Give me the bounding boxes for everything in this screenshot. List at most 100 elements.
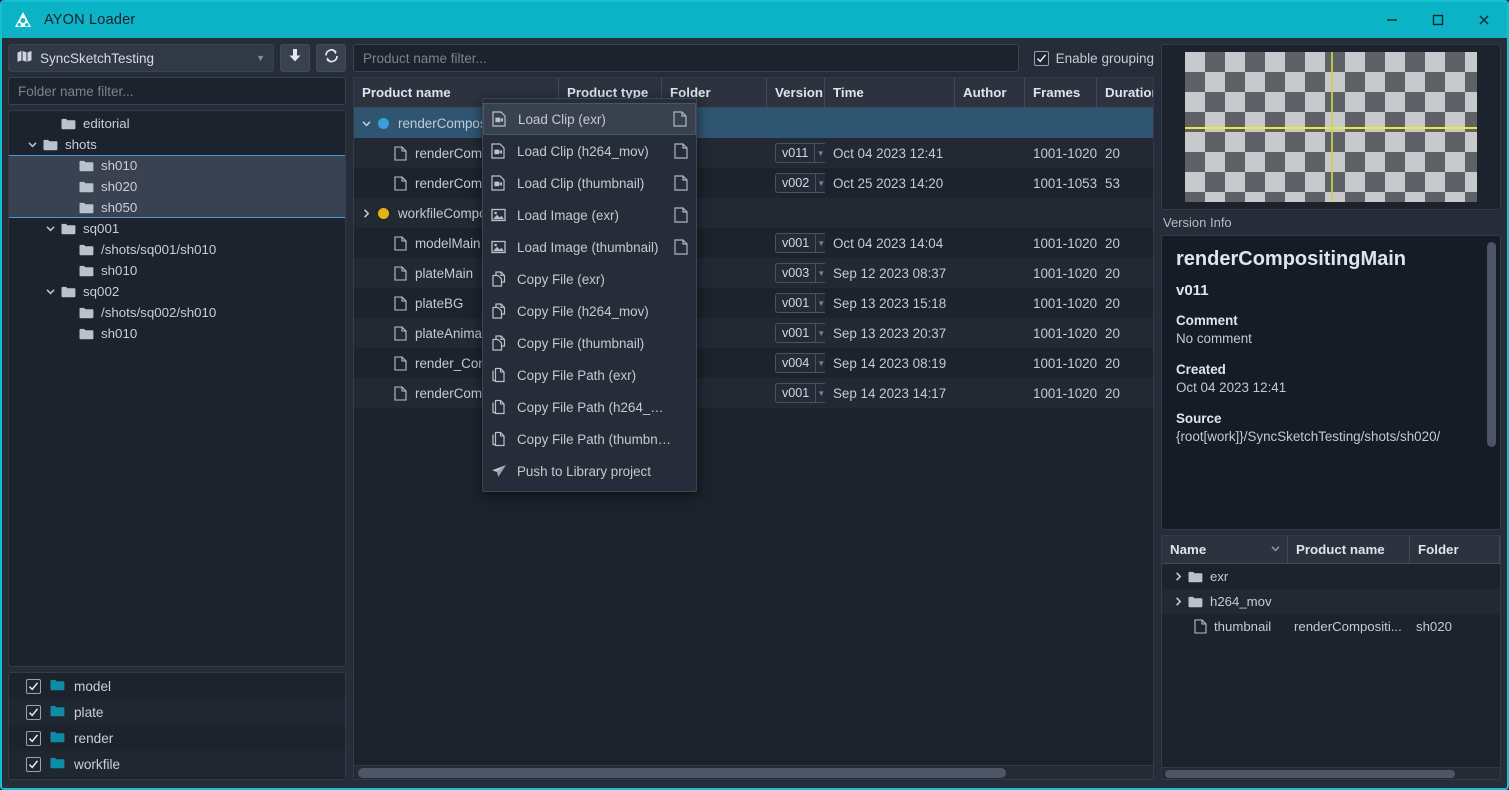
- product-table-body[interactable]: renderCompositingMainrenderCompositingMa…: [354, 108, 1153, 765]
- chevron-down-icon[interactable]: ▼: [815, 354, 825, 372]
- folder-tree-item[interactable]: sh010: [9, 155, 345, 176]
- chevron-right-icon[interactable]: [1168, 596, 1188, 607]
- folder-tree-item[interactable]: sq002: [9, 281, 345, 302]
- folder-tree-item[interactable]: editorial: [9, 113, 345, 134]
- cell-version[interactable]: v001 ▼: [767, 383, 825, 403]
- version-combo[interactable]: v001 ▼: [775, 383, 825, 403]
- folder-tree-item[interactable]: sq001: [9, 218, 345, 239]
- product-type-filter-item[interactable]: model: [9, 673, 345, 699]
- table-row[interactable]: renderCompositingMainv011▼Oct 04 2023 12…: [354, 138, 1153, 168]
- context-menu-item[interactable]: Copy File (h264_mov): [483, 295, 696, 327]
- chevron-right-icon[interactable]: [1168, 571, 1188, 582]
- chevron-down-icon[interactable]: [1270, 542, 1281, 557]
- table-row[interactable]: render_CompositingMainv004▼Sep 14 2023 0…: [354, 348, 1153, 378]
- folder-tree[interactable]: editorial shots sh010 sh020 sh050 sq001/shots…: [8, 110, 346, 667]
- column-header[interactable]: Frames: [1025, 78, 1097, 107]
- version-combo[interactable]: v001 ▼: [775, 323, 825, 343]
- table-row[interactable]: plateBG v001 ▼ Sep 13 2023 15:18 1001-1020 20: [354, 288, 1153, 318]
- enable-grouping-checkbox[interactable]: Enable grouping: [1025, 50, 1154, 66]
- context-menu-item[interactable]: Copy File Path (h264_mov): [483, 391, 696, 423]
- chevron-down-icon[interactable]: [21, 139, 43, 150]
- chevron-down-icon[interactable]: ▼: [815, 264, 825, 282]
- table-row[interactable]: plateAnimatic v001 ▼ Sep 13 2023 20:37 1001-…: [354, 318, 1153, 348]
- table-row[interactable]: workfileCompositing: [354, 198, 1153, 228]
- checkbox-box[interactable]: [26, 704, 41, 720]
- representation-row[interactable]: exr: [1162, 564, 1500, 589]
- chevron-down-icon[interactable]: ▼: [815, 324, 825, 342]
- context-menu-item[interactable]: Push to Library project: [483, 455, 696, 487]
- representation-row[interactable]: h264_mov: [1162, 589, 1500, 614]
- product-type-filter-item[interactable]: workfile: [9, 751, 345, 777]
- column-header[interactable]: Version: [767, 78, 825, 107]
- chevron-down-icon[interactable]: [39, 223, 61, 234]
- column-header[interactable]: Duration: [1097, 78, 1153, 107]
- version-combo[interactable]: v011 ▼: [775, 143, 825, 163]
- chevron-down-icon[interactable]: ▼: [815, 174, 825, 192]
- maximize-icon[interactable]: [1415, 2, 1461, 38]
- representations-body[interactable]: exr h264_mov thumbnail renderCompositi... sh…: [1162, 564, 1500, 639]
- cell-version[interactable]: v001 ▼: [767, 233, 825, 253]
- folder-tree-item[interactable]: sh050: [9, 197, 345, 218]
- folder-filter-input[interactable]: Folder name filter...: [8, 77, 346, 105]
- minimize-icon[interactable]: [1369, 2, 1415, 38]
- context-menu-item[interactable]: Copy File (exr): [483, 263, 696, 295]
- version-combo[interactable]: v003 ▼: [775, 263, 825, 283]
- cell-version[interactable]: v011 ▼: [767, 143, 825, 163]
- product-table[interactable]: Product name Product type Folder Version Tim…: [353, 77, 1154, 780]
- context-menu-item[interactable]: Copy File Path (thumbnail): [483, 423, 696, 455]
- chevron-down-icon[interactable]: ▼: [815, 234, 825, 252]
- context-menu-item[interactable]: Load Clip (h264_mov): [483, 135, 696, 167]
- cell-version[interactable]: v004 ▼: [767, 353, 825, 373]
- table-row[interactable]: renderCompositingMain: [354, 108, 1153, 138]
- column-header[interactable]: Time: [825, 78, 955, 107]
- folder-tree-item[interactable]: sh020: [9, 176, 345, 197]
- chevron-down-icon[interactable]: ▼: [815, 384, 825, 402]
- table-row[interactable]: renderCompositingMainv001▼Sep 14 2023 14…: [354, 378, 1153, 408]
- representation-row[interactable]: thumbnail renderCompositi... sh020: [1162, 614, 1500, 639]
- version-combo[interactable]: v001 ▼: [775, 233, 825, 253]
- checkbox-box[interactable]: [26, 678, 41, 694]
- chevron-down-icon[interactable]: [354, 118, 378, 129]
- column-header[interactable]: Product name: [1288, 536, 1410, 563]
- version-info-scrollbar[interactable]: [1487, 242, 1496, 523]
- column-header[interactable]: Name: [1162, 536, 1288, 563]
- context-menu-item[interactable]: Load Clip (thumbnail): [483, 167, 696, 199]
- table-row[interactable]: modelMain v001 ▼ Oct 04 2023 14:04 1001-1020…: [354, 228, 1153, 258]
- table-row[interactable]: renderCompositingMainv002▼Oct 25 2023 14…: [354, 168, 1153, 198]
- chevron-down-icon[interactable]: ▼: [814, 144, 825, 162]
- context-menu-item[interactable]: Load Image (thumbnail): [483, 231, 696, 263]
- chevron-right-icon[interactable]: [354, 208, 378, 219]
- refresh-button[interactable]: [316, 44, 346, 72]
- representations-hscrollbar[interactable]: [1162, 767, 1500, 779]
- version-combo[interactable]: v001 ▼: [775, 293, 825, 313]
- version-combo[interactable]: v004 ▼: [775, 353, 825, 373]
- column-header[interactable]: Author: [955, 78, 1025, 107]
- scroll-thumb[interactable]: [358, 768, 1006, 778]
- scroll-thumb[interactable]: [1165, 770, 1455, 778]
- product-filter-input[interactable]: Product name filter...: [353, 44, 1019, 72]
- column-header[interactable]: Folder: [1410, 536, 1500, 563]
- chevron-down-icon[interactable]: ▼: [815, 294, 825, 312]
- folder-tree-item[interactable]: sh010: [9, 323, 345, 344]
- context-menu-item[interactable]: Copy File Path (exr): [483, 359, 696, 391]
- scroll-thumb[interactable]: [1487, 242, 1496, 448]
- context-menu-item[interactable]: Copy File (thumbnail): [483, 327, 696, 359]
- checkbox-box[interactable]: [26, 730, 41, 746]
- version-combo[interactable]: v002 ▼: [775, 173, 825, 193]
- folder-tree-item[interactable]: sh010: [9, 260, 345, 281]
- folder-tree-item[interactable]: /shots/sq002/sh010: [9, 302, 345, 323]
- cell-version[interactable]: v001 ▼: [767, 293, 825, 313]
- cell-version[interactable]: v001 ▼: [767, 323, 825, 343]
- table-row[interactable]: plateMain v003 ▼ Sep 12 2023 08:37 1001-1020…: [354, 258, 1153, 288]
- product-context-menu[interactable]: Load Clip (exr) Load Clip (h264_mov) Load …: [482, 98, 697, 492]
- close-icon[interactable]: [1461, 2, 1507, 38]
- cell-version[interactable]: v003 ▼: [767, 263, 825, 283]
- chevron-down-icon[interactable]: [39, 286, 61, 297]
- product-table-hscrollbar[interactable]: [354, 765, 1153, 779]
- representations-table[interactable]: Name Product name Folder exr h264_mov thumbn…: [1161, 535, 1501, 780]
- folder-tree-item[interactable]: shots: [9, 134, 345, 155]
- cell-version[interactable]: v002 ▼: [767, 173, 825, 193]
- product-type-filter-item[interactable]: plate: [9, 699, 345, 725]
- download-button[interactable]: [280, 44, 310, 72]
- context-menu-item[interactable]: Load Clip (exr): [483, 103, 696, 135]
